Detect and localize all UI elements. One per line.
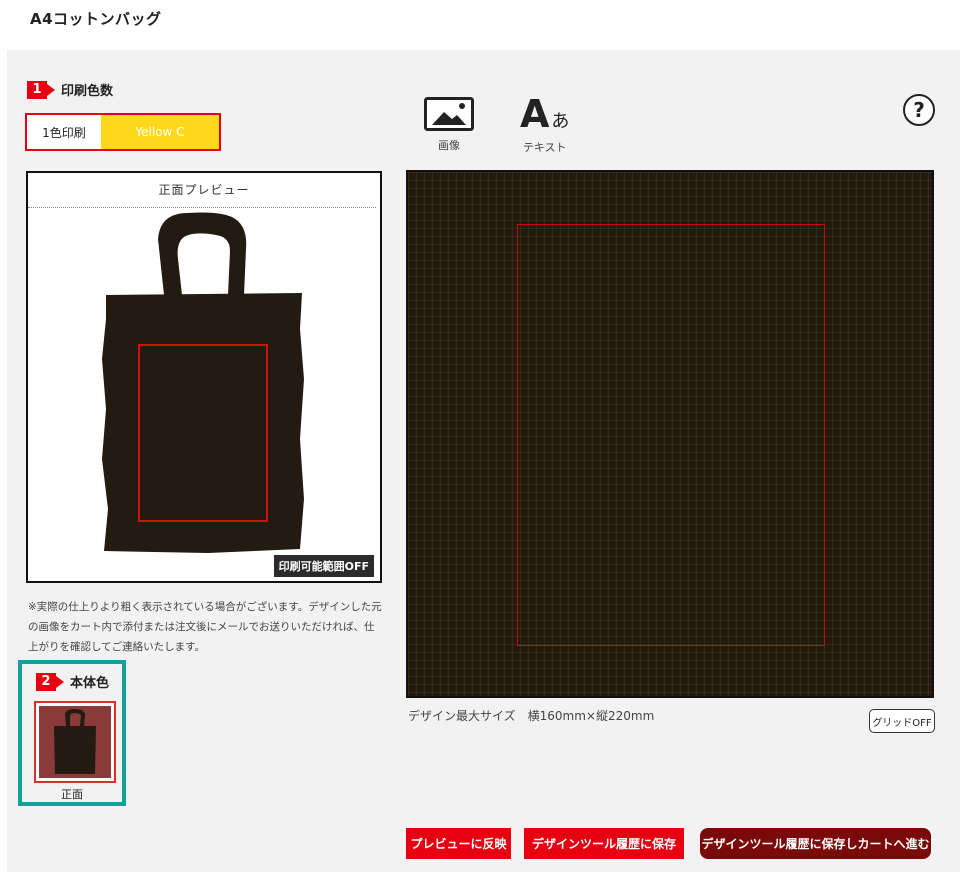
preview-title: 正面プレビュー — [158, 183, 250, 197]
front-preview: 正面プレビュー 印刷可能範囲OFF — [26, 171, 382, 583]
save-and-cart-button[interactable]: デザインツール履歴に保存しカートへ進む — [700, 828, 931, 859]
step1-number: 1 — [27, 80, 47, 99]
text-tool-label: テキスト — [522, 141, 567, 154]
printable-area — [517, 224, 825, 646]
text-tool-button[interactable]: A あ テキスト — [520, 93, 569, 155]
color-count-option[interactable]: 1色印刷 — [27, 115, 101, 149]
reflect-preview-button[interactable]: プレビューに反映 — [406, 828, 511, 859]
text-icon-a: A — [520, 92, 550, 136]
body-color-panel: 2 本体色 正面 — [18, 660, 126, 806]
print-area-toggle-button[interactable]: 印刷可能範囲OFF — [273, 555, 374, 577]
preview-note: ※実際の仕上りより粗く表示されている場合がございます。デザインした元の画像をカー… — [28, 601, 382, 653]
step2-label: 本体色 — [70, 676, 110, 691]
body-color-caption: 正面 — [61, 788, 83, 801]
image-icon — [424, 97, 474, 131]
step2-header: 2 本体色 — [36, 672, 109, 691]
swatch-bag-icon — [39, 706, 111, 778]
text-icon: A あ — [520, 93, 569, 133]
grid-toggle-button[interactable]: グリッドOFF — [869, 709, 935, 733]
step1-label: 印刷色数 — [61, 84, 114, 99]
ink-color-option[interactable]: Yellow C — [101, 115, 219, 149]
page-title: A4コットンバッグ — [30, 10, 162, 28]
max-design-size: デザイン最大サイズ 横160mm×縦220mm — [408, 709, 655, 723]
design-canvas[interactable] — [406, 170, 934, 698]
image-tool-label: 画像 — [438, 139, 460, 152]
help-icon[interactable]: ? — [903, 94, 935, 126]
step2-number: 2 — [36, 672, 56, 691]
step2-arrow-icon — [56, 675, 64, 688]
text-icon-kana: あ — [551, 111, 570, 132]
body-color-swatch[interactable] — [34, 701, 116, 783]
step1-arrow-icon — [47, 83, 55, 96]
preview-divider — [28, 207, 376, 208]
print-color-selector: 1色印刷 Yellow C — [25, 113, 221, 151]
image-tool-button[interactable]: 画像 — [424, 97, 474, 153]
step1-header: 1 印刷色数 — [27, 80, 113, 99]
tote-bag-image — [102, 212, 304, 553]
save-history-button[interactable]: デザインツール履歴に保存 — [524, 828, 684, 859]
